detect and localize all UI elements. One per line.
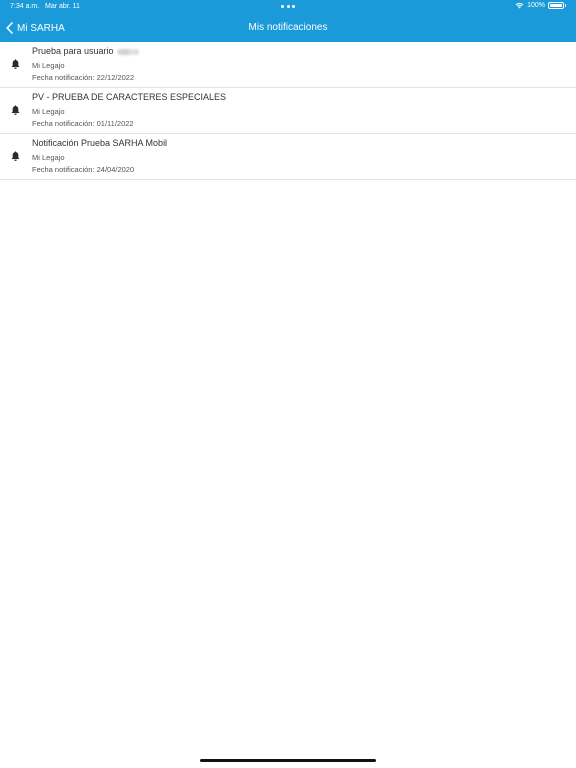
status-date: Mar abr. 11 [45,3,80,10]
battery-icon [548,2,566,9]
status-time-date: 7:34 a.m. Mar abr. 11 [10,3,80,10]
back-button[interactable]: Mi SARHA [6,18,65,38]
bell-icon [10,59,21,70]
notification-title: Prueba para usuario [32,46,139,56]
bell-icon [10,105,21,116]
chevron-left-icon [6,22,13,34]
notification-title: Notificación Prueba SARHA Mobil [32,138,168,148]
app-header: 7:34 a.m. Mar abr. 11 100% Mi SARHA Mis … [0,0,576,42]
notification-date: Fecha notificación: 01/11/2022 [32,119,134,128]
battery-percent: 100% [527,2,545,9]
notification-item[interactable]: PV - PRUEBA DE CARACTERES ESPECIALES Mi … [0,88,576,134]
notification-item[interactable]: Notificación Prueba SARHA Mobil Mi Legaj… [0,134,576,180]
notification-title-text: Prueba para usuario [32,46,114,56]
notification-source: Mi Legajo [32,107,65,116]
multitasking-dots-icon[interactable] [281,4,295,8]
status-indicators: 100% [515,2,566,9]
back-button-label: Mi SARHA [17,22,65,34]
notification-date: Fecha notificación: 22/12/2022 [32,73,135,82]
notification-source: Mi Legajo [32,153,65,162]
notification-title: PV - PRUEBA DE CARACTERES ESPECIALES [32,92,227,102]
wifi-icon [515,2,524,9]
status-time: 7:34 a.m. [10,3,40,10]
home-indicator[interactable] [200,759,376,762]
notifications-screen: 7:34 a.m. Mar abr. 11 100% Mi SARHA Mis … [0,0,576,768]
page-title: Mis notificaciones [248,22,328,33]
status-bar: 7:34 a.m. Mar abr. 11 100% [0,0,576,14]
notification-date: Fecha notificación: 24/04/2020 [32,165,135,174]
redacted-username [116,48,139,55]
notification-list: Prueba para usuario Mi Legajo Fecha noti… [0,42,576,180]
notification-source: Mi Legajo [32,61,65,70]
bell-icon [10,151,21,162]
notification-item[interactable]: Prueba para usuario Mi Legajo Fecha noti… [0,42,576,88]
